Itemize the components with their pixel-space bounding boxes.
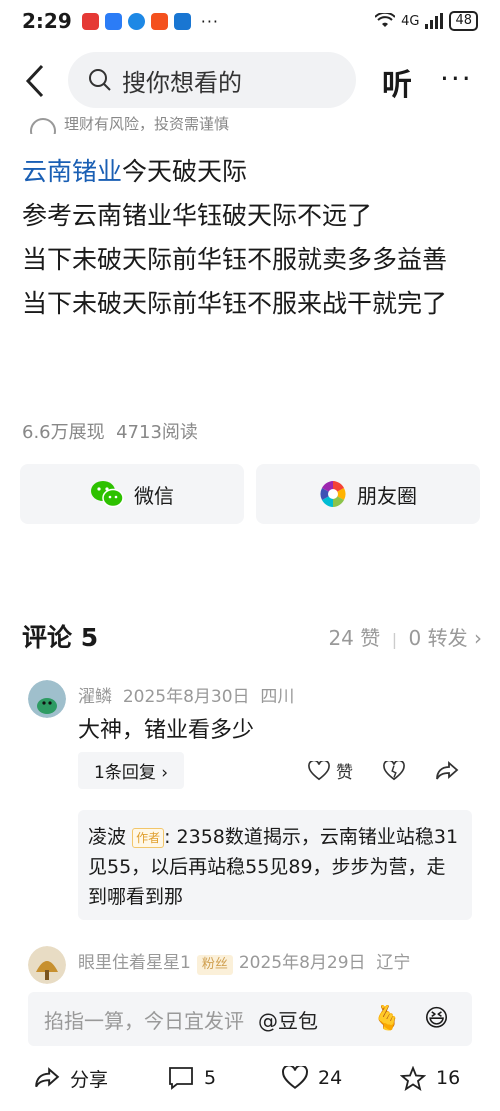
wechat-icon <box>91 481 124 508</box>
post-body: 云南锗业今天破天际 参考云南锗业华钰破天际不远了 当下未破天际前华钰不服就卖多多… <box>22 150 482 326</box>
comments-meta[interactable]: 24 赞 | 0 转发 › <box>328 622 482 651</box>
status-app-icons: ··· <box>81 11 220 31</box>
comment-username[interactable]: 眼里住着星星1 <box>78 953 191 973</box>
wifi-icon <box>375 13 396 27</box>
signal-icon <box>425 13 444 29</box>
share-moments-button[interactable]: 朋友圈 <box>256 464 480 524</box>
listen-button[interactable]: 听 <box>382 60 412 104</box>
share-bar: 微信 朋友圈 <box>20 464 480 524</box>
comment-location: 四川 <box>260 687 295 707</box>
heart-icon <box>308 760 330 780</box>
app-notification-icon <box>81 12 99 30</box>
forwards-total: 0 转发 <box>408 625 468 650</box>
avatar[interactable] <box>28 680 66 718</box>
chevron-right-icon: › <box>474 625 482 650</box>
finger-heart-emoji-icon[interactable]: 🫰 <box>372 1004 402 1032</box>
post-line-1: 今天破天际 <box>122 157 248 186</box>
comment-actions: 赞 <box>308 758 459 783</box>
battery-indicator: 48 <box>449 11 478 31</box>
share-label: 分享 <box>70 1068 109 1091</box>
chevron-right-icon: › <box>161 763 169 783</box>
bottom-action-bar: 分享 5 24 16 <box>0 1058 500 1098</box>
author-reply[interactable]: 凌波 作者: 2358数道揭示，云南锗业站稳31见55，以后再站稳55见89，步… <box>78 810 472 920</box>
top-nav: 搜你想看的 听 ··· <box>0 52 500 110</box>
heart-icon <box>282 1066 308 1089</box>
comments-button[interactable]: 5 <box>168 1066 216 1090</box>
comment-username[interactable]: 濯鳞 <box>78 687 112 707</box>
moments-label: 朋友圈 <box>357 483 417 508</box>
search-icon <box>89 69 111 91</box>
star-icon <box>400 1065 426 1091</box>
post-line-4: 当下未破天际前华钰不服来战干就完了 <box>22 289 448 318</box>
status-time: 2:29 <box>22 9 72 33</box>
author-badge: 作者 <box>132 827 165 848</box>
share-icon <box>35 1067 60 1088</box>
status-bar: 2:29 ··· 4G 48 <box>0 0 500 42</box>
moments-icon <box>320 481 346 507</box>
post-line-3: 当下未破天际前华钰不服就卖多多益善 <box>22 245 448 274</box>
like-button[interactable]: 24 <box>282 1066 342 1090</box>
search-box[interactable]: 搜你想看的 <box>68 52 356 108</box>
post-line-2: 参考云南锗业华钰破天际不远了 <box>22 201 373 230</box>
comment-text[interactable]: 大神，锗业看多少 <box>78 712 254 744</box>
more-options-button[interactable]: ··· <box>440 62 473 95</box>
likes-total: 24 赞 <box>328 625 381 650</box>
network-label: 4G <box>401 13 420 29</box>
comment-date: 2025年8月29日 <box>238 953 366 973</box>
post-stats: 6.6万展现 4713阅读 <box>22 418 198 444</box>
comment-like-button[interactable]: 赞 <box>308 758 353 783</box>
forward-icon[interactable] <box>435 760 459 781</box>
search-placeholder: 搜你想看的 <box>122 68 242 97</box>
share-button[interactable]: 分享 <box>34 1065 108 1092</box>
info-icon <box>30 118 56 134</box>
reply-author[interactable]: 凌波 <box>88 826 126 848</box>
app-notification-icon <box>150 12 168 30</box>
comments-count: 5 <box>204 1067 217 1089</box>
mention-doubao-button[interactable]: @豆包 <box>258 1005 318 1034</box>
app-notification-icon <box>173 12 191 30</box>
back-arrow-icon <box>25 64 44 98</box>
comment-location: 辽宁 <box>376 953 411 973</box>
app-notification-icon <box>127 12 145 30</box>
comment-date: 2025年8月30日 <box>122 687 250 707</box>
comment-user-line: 濯鳞 2025年8月30日 四川 <box>78 682 294 707</box>
comment-input[interactable]: 掐指一算，今日宜发评 @豆包 <box>28 992 472 1046</box>
stock-link[interactable]: 云南锗业 <box>22 157 122 186</box>
likes-count: 24 <box>318 1067 343 1089</box>
avatar[interactable] <box>28 946 66 984</box>
comments-header: 评论 5 24 赞 | 0 转发 › <box>22 618 482 654</box>
app-notification-icon <box>104 12 122 30</box>
like-label: 赞 <box>336 763 353 783</box>
comments-title: 评论 5 <box>22 623 99 652</box>
favorites-count: 16 <box>436 1067 461 1089</box>
replies-count-label: 1条回复 <box>94 763 156 783</box>
wechat-label: 微信 <box>134 483 174 508</box>
comment-item: 眼里住着星星1 粉丝 2025年8月29日 辽宁 <box>28 946 478 986</box>
laughing-emoji-icon[interactable]: 😆 <box>424 1004 449 1032</box>
view-replies-button[interactable]: 1条回复 › <box>78 752 185 789</box>
comment-input-placeholder: 掐指一算，今日宜发评 <box>44 1008 244 1033</box>
more-notifications-icon: ··· <box>200 11 220 31</box>
risk-notice-text: 理财有风险，投资需谨慎 <box>64 115 230 133</box>
favorite-button[interactable]: 16 <box>400 1065 461 1091</box>
risk-notice: 理财有风险，投资需谨慎 <box>30 110 229 134</box>
reads-count: 4713阅读 <box>116 422 198 443</box>
comment-icon <box>169 1067 193 1090</box>
fan-badge: 粉丝 <box>196 955 233 975</box>
dislike-icon[interactable] <box>383 760 405 781</box>
views-count: 6.6万展现 <box>22 422 105 443</box>
back-button[interactable] <box>20 61 50 101</box>
share-wechat-button[interactable]: 微信 <box>20 464 244 524</box>
comment-user-line: 眼里住着星星1 粉丝 2025年8月29日 辽宁 <box>78 948 410 975</box>
